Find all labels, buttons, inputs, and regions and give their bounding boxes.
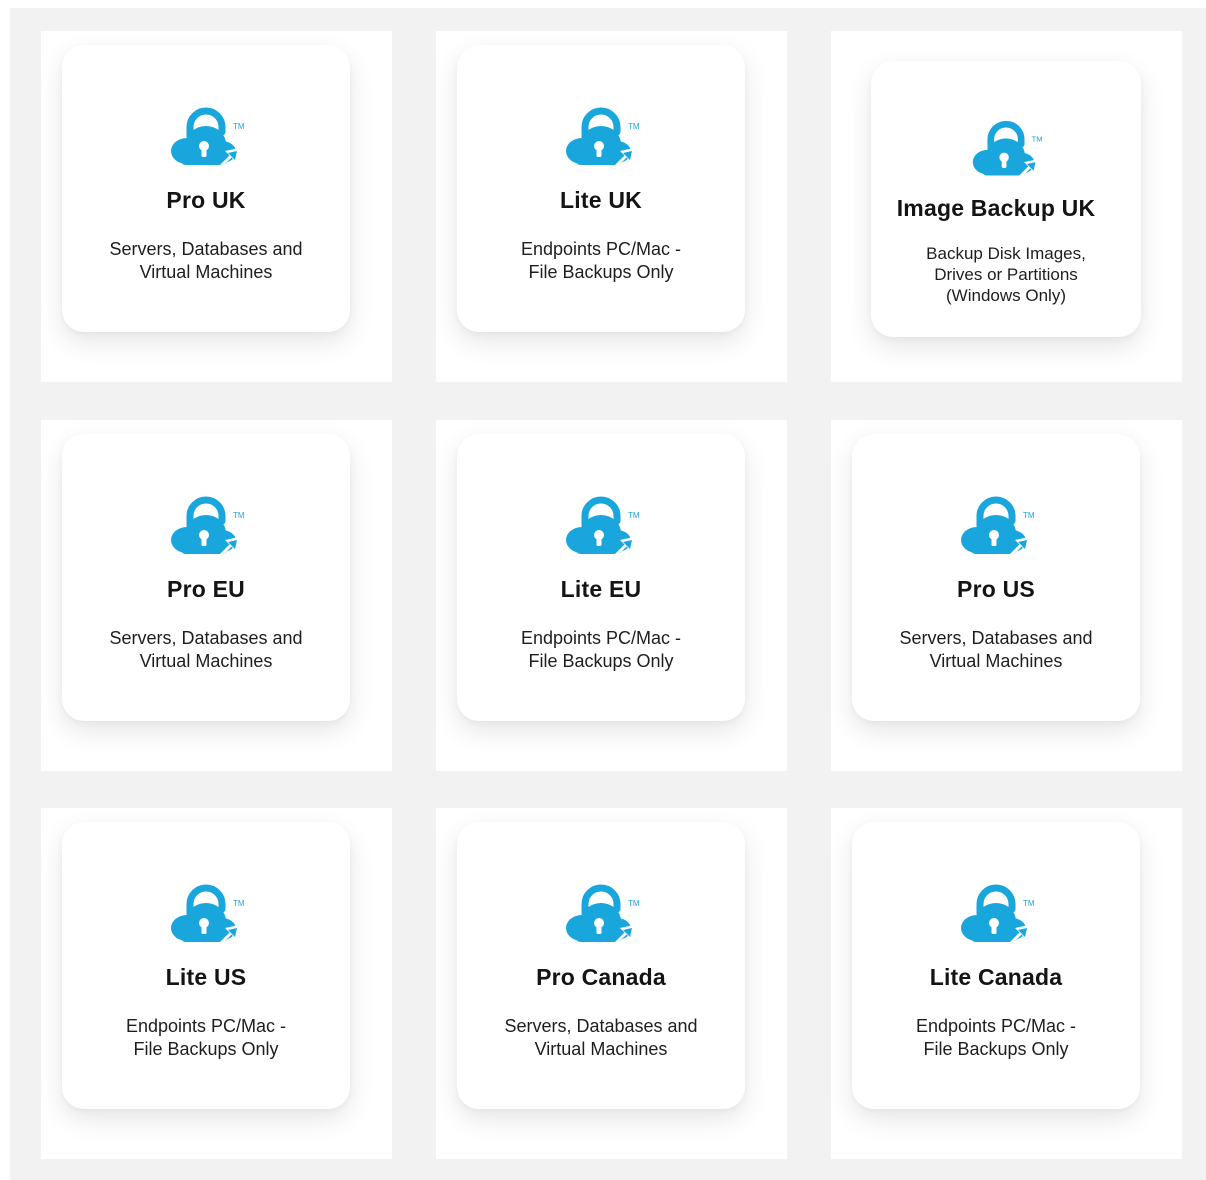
plan-description: Servers, Databases and Virtual Machines	[109, 628, 303, 671]
trademark-mark: TM	[628, 122, 640, 131]
plan-title: Lite Canada	[929, 964, 1063, 990]
plan-tile-lite-us[interactable]: TM Lite US Endpoints PC/Mac - File Backu…	[41, 808, 392, 1159]
cloud-lock-logo-icon: TM	[566, 884, 640, 946]
plan-card[interactable]: TM Pro US Servers, Databases and Virtual…	[852, 434, 1140, 721]
plan-title: Lite EU	[560, 576, 642, 602]
plan-card[interactable]: TM Lite UK Endpoints PC/Mac - File Backu…	[457, 45, 745, 332]
plan-description: Endpoints PC/Mac - File Backups Only	[125, 1016, 287, 1059]
plan-title: Image Backup UK	[896, 195, 1096, 221]
trademark-mark: TM	[1023, 511, 1035, 520]
trademark-mark: TM	[1032, 134, 1043, 143]
plan-description: Endpoints PC/Mac - File Backups Only	[520, 628, 682, 671]
cloud-lock-logo-icon: TM	[961, 884, 1035, 946]
plan-description: Servers, Databases and Virtual Machines	[504, 1016, 698, 1059]
cloud-lock-logo-icon: TM	[171, 884, 245, 946]
plan-tile-lite-uk[interactable]: TM Lite UK Endpoints PC/Mac - File Backu…	[436, 31, 787, 382]
trademark-mark: TM	[233, 899, 245, 908]
plan-card[interactable]: TM Lite EU Endpoints PC/Mac - File Backu…	[457, 434, 745, 721]
plan-title: Pro Canada	[536, 964, 666, 990]
plan-card[interactable]: TM Lite US Endpoints PC/Mac - File Backu…	[62, 822, 350, 1109]
plan-title: Lite US	[165, 964, 247, 990]
plan-tile-pro-us[interactable]: TM Pro US Servers, Databases and Virtual…	[831, 420, 1182, 771]
plan-description: Servers, Databases and Virtual Machines	[109, 239, 303, 282]
plan-card[interactable]: TM Pro UK Servers, Databases and Virtual…	[62, 45, 350, 332]
plan-tile-pro-eu[interactable]: TM Pro EU Servers, Databases and Virtual…	[41, 420, 392, 771]
trademark-mark: TM	[233, 122, 245, 131]
plan-title: Pro US	[957, 576, 1035, 602]
cloud-lock-logo-icon: TM	[566, 107, 640, 169]
plan-tile-pro-canada[interactable]: TM Pro Canada Servers, Databases and Vir…	[436, 808, 787, 1159]
plan-tile-image-backup-uk[interactable]: TM Image Backup UK Backup Disk Images, D…	[831, 31, 1182, 382]
cloud-lock-logo-icon: TM	[171, 107, 245, 169]
plan-description: Backup Disk Images, Drives or Partitions…	[926, 244, 1086, 305]
cloud-lock-logo-icon: TM	[961, 496, 1035, 558]
trademark-mark: TM	[628, 511, 640, 520]
cloud-lock-logo-icon: TM	[171, 496, 245, 558]
plan-card[interactable]: TM Image Backup UK Backup Disk Images, D…	[871, 61, 1141, 337]
plan-card[interactable]: TM Pro Canada Servers, Databases and Vir…	[457, 822, 745, 1109]
plan-card[interactable]: TM Pro EU Servers, Databases and Virtual…	[62, 434, 350, 721]
plan-title: Lite UK	[560, 187, 642, 213]
plan-title: Pro UK	[166, 187, 246, 213]
trademark-mark: TM	[628, 899, 640, 908]
plan-description: Endpoints PC/Mac - File Backups Only	[520, 239, 682, 282]
trademark-mark: TM	[233, 511, 245, 520]
cloud-lock-logo-icon: TM	[972, 120, 1043, 179]
plan-card[interactable]: TM Lite Canada Endpoints PC/Mac - File B…	[852, 822, 1140, 1109]
trademark-mark: TM	[1023, 899, 1035, 908]
cloud-lock-logo-icon: TM	[566, 496, 640, 558]
plan-description: Endpoints PC/Mac - File Backups Only	[915, 1016, 1077, 1059]
plan-tile-lite-eu[interactable]: TM Lite EU Endpoints PC/Mac - File Backu…	[436, 420, 787, 771]
plans-grid: TM Pro UK Servers, Databases and Virtual…	[10, 8, 1206, 1180]
plan-tile-lite-canada[interactable]: TM Lite Canada Endpoints PC/Mac - File B…	[831, 808, 1182, 1159]
plan-title: Pro EU	[167, 576, 245, 602]
plan-description: Servers, Databases and Virtual Machines	[899, 628, 1093, 671]
plan-tile-pro-uk[interactable]: TM Pro UK Servers, Databases and Virtual…	[41, 31, 392, 382]
